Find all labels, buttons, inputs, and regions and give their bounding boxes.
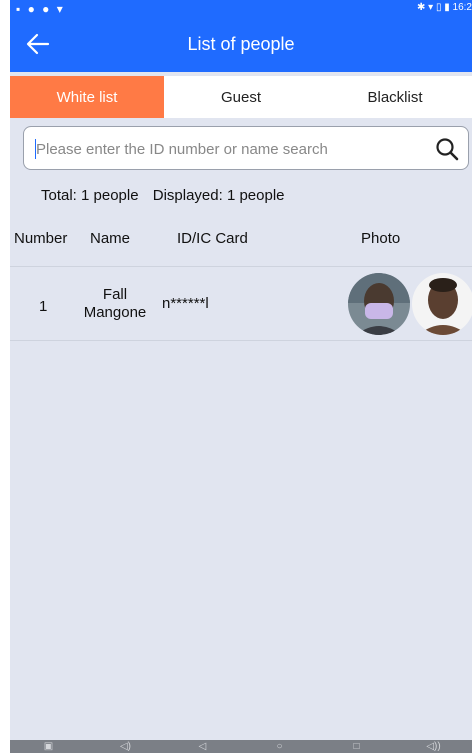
list-tabs: White list Guest Blacklist xyxy=(10,76,472,118)
row-number: 1 xyxy=(39,298,48,315)
column-name: Name xyxy=(90,230,131,247)
tab-guest[interactable]: Guest xyxy=(164,76,318,118)
search-input[interactable] xyxy=(34,135,418,163)
table-header: Number Name ID/IC Card Photo xyxy=(10,222,472,267)
volume-down-icon[interactable]: ◁) xyxy=(116,740,136,753)
page-title: List of people xyxy=(187,34,295,54)
row-name: Fall Mangone xyxy=(83,286,147,321)
column-photo: Photo xyxy=(361,230,401,247)
status-bar: ▪ ● ● ▾ ✱ ▾ ▯ ▮ 16:2 xyxy=(10,0,472,28)
row-id-card: n******l xyxy=(162,295,209,312)
tab-white-list[interactable]: White list xyxy=(10,76,164,118)
screenshot-icon[interactable]: ▣ xyxy=(39,740,59,753)
app-bar: ▪ ● ● ▾ ✱ ▾ ▯ ▮ 16:2 List of people xyxy=(10,0,472,72)
table-row[interactable]: 1 Fall Mangone n******l xyxy=(10,267,472,341)
displayed-count: Displayed: 1 people xyxy=(152,187,285,204)
search-box xyxy=(23,126,469,170)
people-summary: Total: 1 people Displayed: 1 people xyxy=(41,187,295,204)
app-screen: ▪ ● ● ▾ ✱ ▾ ▯ ▮ 16:2 List of people Whit… xyxy=(10,0,472,753)
face-photo[interactable] xyxy=(412,273,472,335)
search-icon[interactable] xyxy=(434,136,460,162)
recents-icon[interactable]: □ xyxy=(347,740,367,753)
volume-up-icon[interactable]: ◁)) xyxy=(424,740,444,753)
home-icon[interactable]: ○ xyxy=(270,740,290,753)
back-icon[interactable]: ◁ xyxy=(193,740,213,753)
tab-blacklist[interactable]: Blacklist xyxy=(318,76,472,118)
column-id-card: ID/IC Card xyxy=(177,230,248,247)
system-nav-bar: ▣ ◁) ◁ ○ □ ◁)) xyxy=(10,740,472,753)
column-number: Number xyxy=(14,230,68,247)
status-right-icons: ✱ ▾ ▯ ▮ 16:2 xyxy=(417,2,472,13)
status-left-icons: ▪ ● ● ▾ xyxy=(16,2,65,16)
total-count: Total: 1 people xyxy=(41,187,139,204)
masked-face-photo[interactable] xyxy=(348,273,410,335)
